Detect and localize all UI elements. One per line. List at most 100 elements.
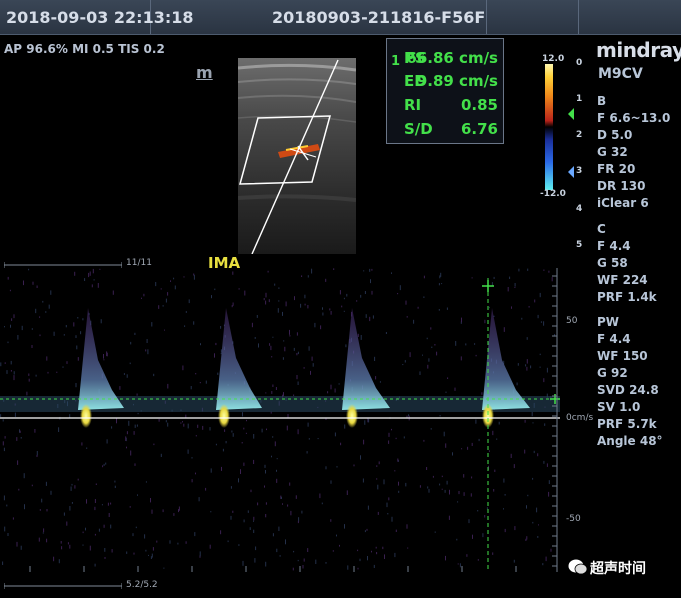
noise-speck — [477, 559, 479, 561]
noise-speck — [247, 510, 249, 513]
top-bar-separator — [486, 0, 487, 34]
noise-speck — [108, 513, 110, 517]
param-c: PRF 1.4k — [597, 290, 657, 304]
orientation-marker: m — [196, 63, 213, 82]
ps-cursor-cross-icon[interactable] — [482, 280, 494, 292]
noise-speck — [534, 299, 536, 303]
noise-speck — [413, 319, 415, 324]
noise-speck — [195, 472, 196, 475]
noise-speck — [439, 483, 441, 486]
noise-speck — [170, 280, 171, 282]
noise-speck — [114, 480, 116, 483]
noise-speck — [332, 550, 334, 552]
noise-speck — [126, 446, 127, 449]
measurement-value: 66.86 cm/s — [406, 49, 498, 67]
noise-speck — [445, 555, 446, 561]
noise-speck — [182, 421, 183, 423]
noise-speck — [371, 268, 373, 271]
noise-speck — [503, 478, 505, 483]
signal-hotspot — [218, 404, 230, 428]
noise-speck — [20, 545, 22, 550]
noise-speck — [104, 548, 106, 552]
noise-speck — [167, 292, 169, 296]
noise-speck — [293, 550, 295, 553]
noise-speck — [384, 554, 385, 559]
noise-speck — [191, 457, 193, 459]
noise-speck — [503, 508, 504, 510]
noise-speck — [145, 349, 147, 352]
noise-speck — [386, 502, 388, 508]
noise-speck — [145, 549, 147, 552]
noise-speck — [232, 271, 234, 275]
noise-speck — [244, 290, 246, 296]
bmode-image[interactable] — [238, 58, 356, 254]
noise-speck — [81, 442, 83, 446]
noise-speck — [527, 494, 529, 497]
noise-speck — [271, 356, 273, 358]
noise-speck — [344, 524, 345, 529]
noise-speck — [36, 285, 38, 288]
noise-speck — [434, 531, 436, 533]
top-bar-separator — [578, 0, 579, 34]
noise-speck — [363, 439, 365, 445]
noise-speck — [150, 498, 151, 503]
noise-speck — [399, 285, 401, 291]
noise-speck — [23, 280, 24, 286]
top-page-indicator: 11/11 — [126, 258, 152, 268]
noise-speck — [253, 516, 255, 521]
noise-speck — [82, 544, 84, 546]
noise-speck — [542, 563, 544, 566]
noise-speck — [276, 548, 278, 553]
noise-speck — [80, 331, 82, 335]
noise-speck — [256, 315, 258, 318]
noise-speck — [35, 374, 37, 377]
noise-speck — [77, 357, 79, 361]
noise-speck — [50, 490, 52, 495]
noise-speck — [419, 485, 421, 488]
noise-speck — [232, 433, 234, 437]
noise-speck — [272, 436, 274, 438]
noise-speck — [126, 431, 128, 435]
noise-speck — [242, 560, 244, 566]
noise-speck — [35, 308, 37, 314]
noise-speck — [449, 489, 450, 495]
noise-speck — [285, 301, 287, 307]
noise-speck — [265, 502, 267, 505]
noise-speck — [472, 534, 473, 539]
noise-speck — [39, 334, 41, 337]
noise-speck — [434, 344, 436, 346]
noise-speck — [167, 383, 169, 389]
noise-speck — [375, 376, 377, 380]
noise-speck — [315, 559, 317, 564]
noise-speck — [471, 442, 473, 446]
param-pw: SVD 24.8 — [597, 383, 659, 397]
noise-speck — [134, 463, 136, 466]
noise-speck — [308, 438, 310, 440]
noise-speck — [119, 386, 121, 390]
noise-speck — [385, 332, 387, 334]
noise-speck — [371, 290, 373, 295]
noise-speck — [334, 388, 336, 393]
noise-speck — [133, 552, 135, 555]
param-c: G 58 — [597, 256, 628, 270]
noise-speck — [183, 423, 185, 427]
noise-speck — [510, 453, 512, 458]
noise-speck — [507, 287, 509, 292]
depth-tick: 2 — [576, 130, 583, 140]
noise-speck — [39, 509, 41, 511]
noise-speck — [173, 513, 175, 516]
noise-speck — [537, 536, 539, 538]
noise-speck — [39, 316, 41, 318]
noise-speck — [314, 322, 316, 328]
noise-speck — [20, 437, 22, 439]
noise-speck — [376, 552, 378, 555]
noise-speck — [265, 392, 267, 394]
noise-speck — [459, 563, 461, 568]
noise-speck — [123, 373, 125, 375]
noise-speck — [53, 556, 55, 562]
noise-speck — [377, 511, 379, 515]
noise-speck — [492, 552, 494, 555]
spectral-doppler-display[interactable] — [0, 268, 560, 572]
noise-speck — [155, 282, 157, 287]
noise-speck — [215, 342, 217, 346]
